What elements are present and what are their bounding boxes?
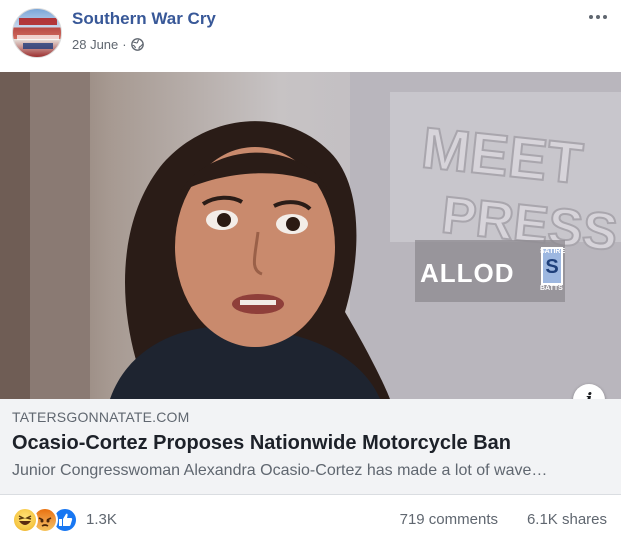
reaction-icons[interactable] [12, 507, 84, 533]
share-count[interactable]: 6.1K shares [527, 511, 607, 528]
page-avatar[interactable] [12, 8, 62, 58]
post-stats: 1.3K 719 comments 6.1K shares [0, 496, 621, 539]
link-domain: TATERSGONNATATE.COM [12, 409, 190, 425]
haha-icon [12, 507, 38, 533]
link-headline[interactable]: Ocasio-Cortez Proposes Nationwide Motorc… [12, 432, 511, 455]
facebook-post: Southern War Cry 28 June · MEET PRESS S … [0, 0, 621, 539]
globe-icon[interactable] [130, 38, 144, 51]
svg-text:S: S [545, 256, 558, 278]
post-meta: 28 June · [72, 37, 144, 52]
post-header: Southern War Cry 28 June · [0, 0, 621, 72]
meta-separator: · [122, 37, 127, 52]
link-preview[interactable]: TATERSGONNATATE.COM Ocasio-Cortez Propos… [0, 399, 621, 495]
reaction-count[interactable]: 1.3K [86, 511, 117, 528]
post-image[interactable]: MEET PRESS S ALLOD SATIRE BATTS [0, 72, 621, 399]
comment-count[interactable]: 719 comments [400, 511, 498, 528]
satire-badge-bottom: BATTS [540, 285, 563, 292]
more-options-icon[interactable] [585, 6, 611, 28]
satire-badge-top: SATIRE [540, 248, 566, 255]
link-description: Junior Congresswoman Alexandra Ocasio-Co… [12, 462, 548, 479]
page-name-link[interactable]: Southern War Cry [72, 9, 216, 29]
watermark-text: ALLOD [420, 258, 515, 288]
post-date[interactable]: 28 June [72, 37, 118, 52]
